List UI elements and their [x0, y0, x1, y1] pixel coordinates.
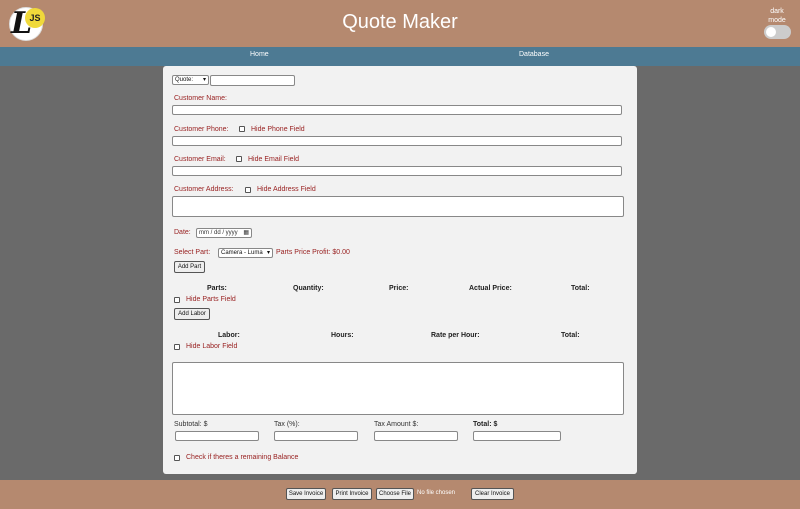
quote-number-input[interactable]	[210, 75, 295, 86]
hide-phone-checkbox[interactable]	[239, 126, 245, 132]
chevron-down-icon: ▾	[202, 77, 206, 83]
customer-phone-input[interactable]	[172, 136, 622, 146]
customer-phone-label: Customer Phone:	[174, 126, 229, 133]
hide-labor-checkbox[interactable]	[174, 344, 180, 350]
choose-file-button[interactable]: Choose File	[376, 488, 414, 500]
hide-parts-checkbox[interactable]	[174, 297, 180, 303]
calendar-icon: ▦	[243, 230, 249, 236]
add-part-button[interactable]: Add Part	[174, 261, 205, 273]
tax-amount-label: Tax Amount $:	[374, 421, 419, 428]
hide-email-checkbox[interactable]	[236, 156, 242, 162]
labor-header-rate: Rate per Hour:	[431, 332, 480, 339]
nav-database-link[interactable]: Database	[519, 51, 549, 58]
nav-home-link[interactable]: Home	[250, 51, 269, 58]
add-labor-button[interactable]: Add Labor	[174, 308, 210, 320]
part-select-value: Camera - Luma	[221, 250, 263, 256]
parts-header-price: Price:	[389, 285, 409, 292]
select-part-label: Select Part:	[174, 249, 211, 256]
part-select[interactable]: Camera - Luma ▾	[218, 248, 273, 258]
parts-header-quantity: Quantity:	[293, 285, 324, 292]
subtotal-label: Subtotal: $	[174, 421, 208, 428]
quote-select-value: Quote:	[175, 77, 194, 83]
nav-bar: Home Database	[0, 47, 800, 66]
page-title: Quote Maker	[342, 11, 458, 33]
parts-price-profit: Parts Price Profit: $0.00	[276, 249, 350, 256]
hide-parts-label: Hide Parts Field	[186, 296, 236, 303]
chevron-down-icon: ▾	[266, 250, 270, 256]
quote-form-panel: Quote: ▾ Customer Name: Customer Phone: …	[163, 66, 637, 474]
parts-header-parts: Parts:	[207, 285, 227, 292]
notes-textarea[interactable]	[172, 362, 624, 415]
tax-input[interactable]	[274, 431, 358, 441]
customer-email-input[interactable]	[172, 166, 622, 176]
dark-mode-label: dark mode	[768, 8, 786, 24]
date-label: Date:	[174, 229, 191, 236]
customer-name-input[interactable]	[172, 105, 622, 115]
labor-header-labor: Labor:	[218, 332, 240, 339]
labor-header-total: Total:	[561, 332, 580, 339]
total-label: Total: $	[473, 421, 498, 428]
quote-select[interactable]: Quote: ▾	[172, 75, 209, 85]
customer-email-label: Customer Email:	[174, 156, 226, 163]
toggle-knob	[766, 27, 776, 37]
parts-header-actual-price: Actual Price:	[469, 285, 512, 292]
hide-labor-label: Hide Labor Field	[186, 343, 238, 350]
footer-bar: Save Invoice Print Invoice Choose File N…	[0, 480, 800, 509]
hide-email-label: Hide Email Field	[248, 156, 299, 163]
tax-amount-input[interactable]	[374, 431, 458, 441]
hide-address-checkbox[interactable]	[245, 187, 251, 193]
save-invoice-button[interactable]: Save Invoice	[286, 488, 326, 500]
dark-mode-toggle[interactable]	[764, 25, 791, 39]
remaining-balance-label: Check if theres a remaining Balance	[186, 454, 299, 461]
date-input[interactable]: mm / dd / yyyy ▦	[196, 228, 252, 238]
print-invoice-button[interactable]: Print Invoice	[332, 488, 372, 500]
hide-phone-label: Hide Phone Field	[251, 126, 305, 133]
date-placeholder: mm / dd / yyyy	[199, 230, 238, 236]
customer-address-label: Customer Address:	[174, 186, 234, 193]
tax-label: Tax (%):	[274, 421, 300, 428]
parts-header-total: Total:	[571, 285, 590, 292]
file-status-text: No file chosen	[417, 490, 456, 496]
clear-invoice-button[interactable]: Clear Invoice	[471, 488, 514, 500]
labor-header-hours: Hours:	[331, 332, 354, 339]
subtotal-input[interactable]	[175, 431, 259, 441]
hide-address-label: Hide Address Field	[257, 186, 316, 193]
header-bar: L JS Quote Maker dark mode	[0, 0, 800, 47]
customer-address-textarea[interactable]	[172, 196, 624, 217]
remaining-balance-checkbox[interactable]	[174, 455, 180, 461]
total-input[interactable]	[473, 431, 561, 441]
customer-name-label: Customer Name:	[174, 95, 227, 102]
